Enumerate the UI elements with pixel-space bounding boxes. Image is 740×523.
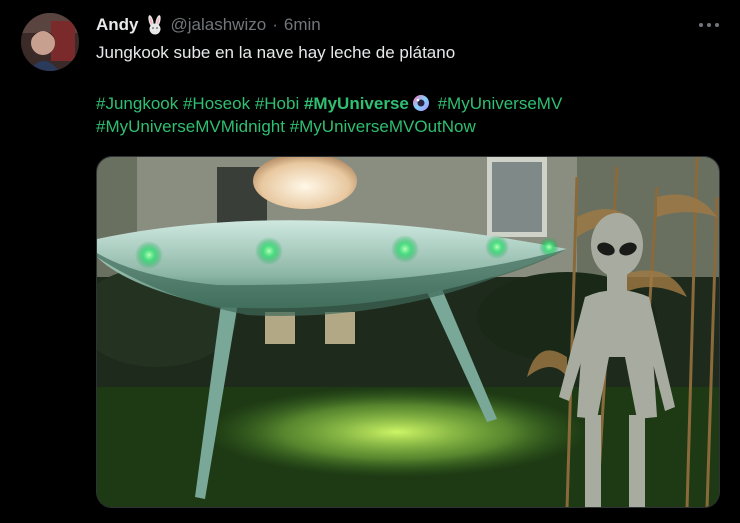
timestamp[interactable]: 6min — [284, 15, 321, 35]
rabbit-emoji — [145, 15, 165, 35]
avatar[interactable] — [21, 13, 79, 71]
hashtag-line-2: #MyUniverseMVMidnight #MyUniverseMVOutNo… — [96, 115, 562, 138]
hashtags: #Jungkook #Hoseok #Hobi #MyUniverse #MyU… — [96, 92, 562, 138]
tweet: Andy @jalashwizo · 6min Jungkook sube en… — [0, 0, 740, 523]
tweet-photo[interactable] — [96, 156, 720, 508]
hashtag[interactable]: #MyUniverseMVOutNow — [290, 117, 476, 136]
hashflag-icon — [411, 94, 431, 112]
tweet-text: Jungkook sube en la nave hay leche de pl… — [96, 43, 456, 62]
more-icon[interactable] — [697, 17, 721, 33]
hashtag[interactable]: #Jungkook — [96, 94, 178, 113]
display-name[interactable]: Andy — [96, 15, 139, 35]
tweet-header: Andy @jalashwizo · 6min — [96, 14, 321, 36]
hashtag[interactable]: #MyUniverseMVMidnight — [96, 117, 285, 136]
user-handle[interactable]: @jalashwizo — [171, 15, 267, 35]
hashtag[interactable]: #Hobi — [255, 94, 299, 113]
separator-dot: · — [272, 15, 278, 34]
ufo-alien-photo — [97, 157, 719, 507]
hashtag[interactable]: #MyUniverseMV — [438, 94, 563, 113]
hashtag-line-1: #Jungkook #Hoseok #Hobi #MyUniverse #MyU… — [96, 92, 562, 115]
hashtag[interactable]: #Hoseok — [183, 94, 250, 113]
hashtag[interactable]: #MyUniverse — [304, 94, 409, 113]
